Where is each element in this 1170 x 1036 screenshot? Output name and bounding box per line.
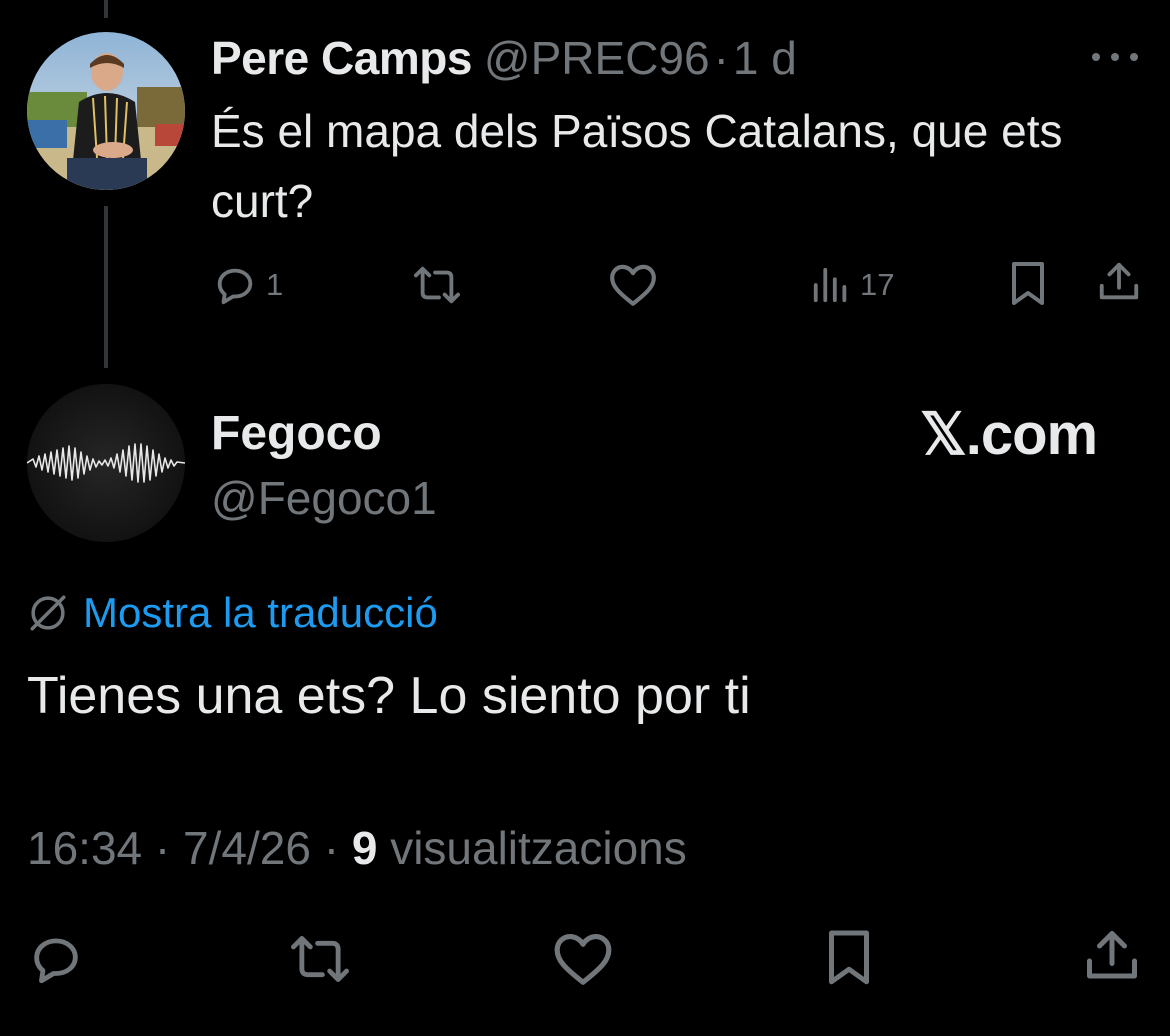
views-label[interactable]: visualitzacions [390,822,687,874]
reply-icon [34,938,78,984]
reply-time-ago[interactable]: 1 d [733,28,797,88]
reply-tweet-header: Pere Camps @PREC96 · 1 d [211,28,797,88]
tweet-date[interactable]: 7/4/26 [183,822,311,874]
x-com-watermark: 𝕏.com [920,402,1098,467]
reply-author-name[interactable]: Pere Camps [211,28,472,88]
show-translation-link[interactable]: Mostra la traducció [27,585,438,641]
bookmark-icon [1012,262,1044,305]
share-icon [1099,262,1139,300]
views-button[interactable]: 17 [810,262,894,308]
main-bookmark-button[interactable] [822,928,876,988]
avatar-pere-camps[interactable] [27,32,185,190]
main-author-name[interactable]: Fegoco [211,404,382,464]
reply-icon [217,268,253,305]
translate-globe-icon [30,595,66,631]
more-icon[interactable] [1092,42,1138,72]
reply-tweet-text: És el mapa dels Països Catalans, que ets… [211,105,1063,227]
reply-button[interactable]: 1 [212,262,283,308]
main-author-handle[interactable]: @Fegoco1 [211,468,437,528]
views-count: 17 [860,267,895,302]
bookmark-icon [829,930,869,985]
main-like-button[interactable] [552,930,614,988]
thread-line [104,0,108,18]
share-button[interactable] [1096,258,1142,306]
main-retweet-button[interactable] [288,930,352,988]
reply-count: 1 [266,267,284,302]
meta-separator: · [323,822,340,874]
heart-icon [554,933,612,985]
header-separator: · [713,32,729,84]
main-views-count: 9 [351,822,378,874]
main-tweet-text: Tienes una ets? Lo siento por ti [27,667,751,725]
views-icon [813,267,847,303]
reply-author-handle[interactable]: @PREC96 [484,28,710,88]
bookmark-button[interactable] [1006,260,1050,308]
main-share-button[interactable] [1082,926,1142,986]
like-button[interactable] [608,262,658,308]
tweet-meta: 16:34 · 7/4/26 · 9 visualitzacions [27,818,687,878]
retweet-icon [290,936,349,982]
thread-line [104,206,108,368]
heart-icon [610,264,656,306]
main-reply-button[interactable] [27,930,85,988]
tweet-time[interactable]: 16:34 [27,822,142,874]
retweet-button[interactable] [412,262,462,308]
retweet-icon [413,266,460,304]
avatar-fegoco[interactable] [27,384,185,542]
meta-separator: · [154,822,171,874]
share-icon [1087,931,1137,979]
translate-label[interactable]: Mostra la traducció [83,585,438,641]
